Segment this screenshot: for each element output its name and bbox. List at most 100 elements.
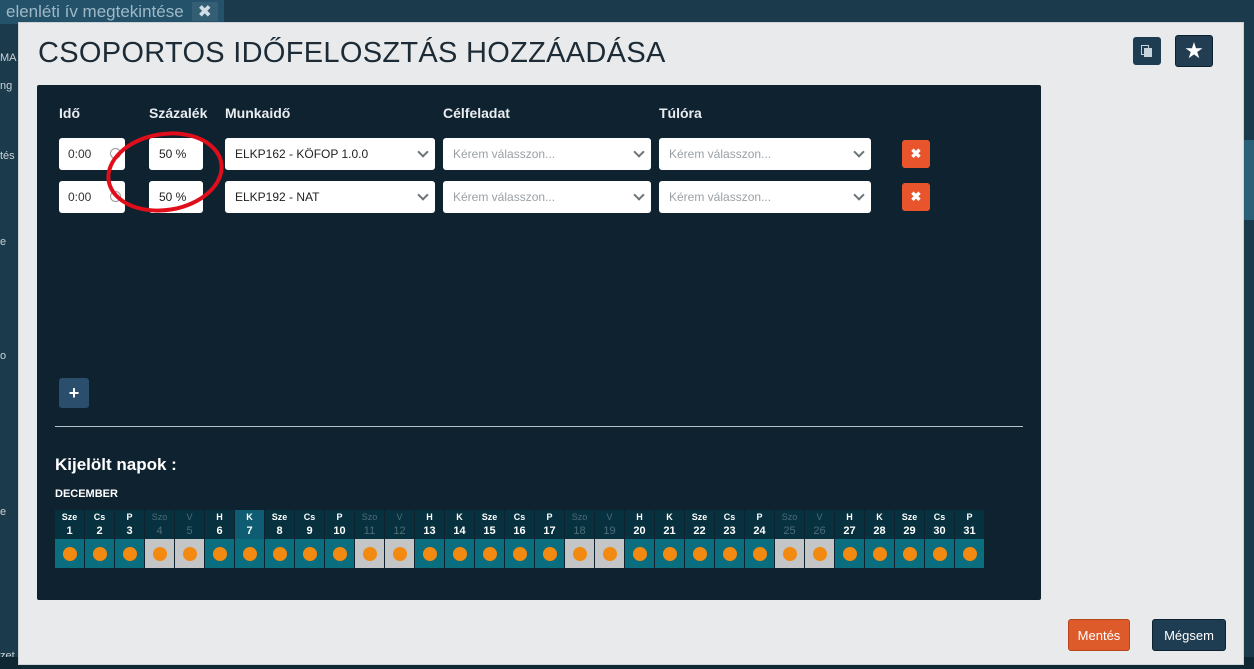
calendar-day[interactable]: P 10 bbox=[325, 510, 354, 568]
favorite-button[interactable]: ★ bbox=[1175, 35, 1213, 67]
calendar-day[interactable]: Sze 22 bbox=[685, 510, 714, 568]
day-toggle-cell[interactable] bbox=[445, 539, 474, 568]
save-button[interactable]: Mentés bbox=[1068, 619, 1130, 651]
chevron-down-icon bbox=[633, 146, 645, 158]
calendar-day[interactable]: Szo 4 bbox=[145, 510, 174, 568]
calendar-day[interactable]: H 20 bbox=[625, 510, 654, 568]
day-toggle-cell[interactable] bbox=[325, 539, 354, 568]
day-toggle-cell[interactable] bbox=[145, 539, 174, 568]
calendar-day[interactable]: K 28 bbox=[865, 510, 894, 568]
day-toggle-cell[interactable] bbox=[955, 539, 984, 568]
add-row-button[interactable]: + bbox=[59, 378, 89, 408]
day-toggle-cell[interactable] bbox=[535, 539, 564, 568]
day-toggle-cell[interactable] bbox=[505, 539, 534, 568]
day-toggle-cell[interactable] bbox=[565, 539, 594, 568]
calendar-day[interactable]: Szo 11 bbox=[355, 510, 384, 568]
calendar-day[interactable]: Sze 29 bbox=[895, 510, 924, 568]
modal-title: CSOPORTOS IDŐFELOSZTÁS HOZZÁADÁSA bbox=[38, 37, 666, 69]
copy-button[interactable] bbox=[1133, 37, 1161, 65]
calendar-day[interactable]: P 17 bbox=[535, 510, 564, 568]
day-toggle-cell[interactable] bbox=[835, 539, 864, 568]
day-toggle-cell[interactable] bbox=[265, 539, 294, 568]
day-toggle-cell[interactable] bbox=[475, 539, 504, 568]
day-toggle-cell[interactable] bbox=[415, 539, 444, 568]
calendar-day[interactable]: K7 bbox=[235, 510, 264, 568]
column-header-overtime: Túlóra bbox=[659, 105, 702, 121]
cancel-button[interactable]: Mégsem bbox=[1152, 619, 1226, 651]
day-toggle-cell[interactable] bbox=[235, 539, 264, 568]
calendar-day[interactable]: V 26 bbox=[805, 510, 834, 568]
calendar-day[interactable]: Cs 9 bbox=[295, 510, 324, 568]
selected-days-label: Kijelölt napok : bbox=[55, 455, 177, 474]
day-name: Cs bbox=[93, 512, 106, 522]
chevron-down-icon bbox=[417, 146, 429, 158]
calendar-day[interactable]: V5 bbox=[175, 510, 204, 568]
calendar-day[interactable]: Sze 8 bbox=[265, 510, 294, 568]
calendar-day[interactable]: Szo 25 bbox=[775, 510, 804, 568]
day-toggle-cell[interactable] bbox=[355, 539, 384, 568]
background-tab[interactable]: elenléti ív megtekintése ✖ bbox=[0, 0, 224, 24]
day-number: 9 bbox=[306, 525, 313, 537]
work-select[interactable]: ELKP192 - NAT bbox=[225, 181, 435, 213]
day-toggle-cell[interactable] bbox=[85, 539, 114, 568]
day-toggle-cell[interactable] bbox=[745, 539, 774, 568]
day-toggle-cell[interactable] bbox=[715, 539, 744, 568]
close-icon: ✖ bbox=[910, 146, 922, 161]
background-tab-title: elenléti ív megtekintése bbox=[6, 2, 184, 21]
calendar-day[interactable]: Cs 2 bbox=[85, 510, 114, 568]
day-toggle-cell[interactable] bbox=[55, 539, 84, 568]
calendar-day[interactable]: V 19 bbox=[595, 510, 624, 568]
calendar-day[interactable]: Cs 23 bbox=[715, 510, 744, 568]
percent-input[interactable]: 50 % bbox=[149, 138, 203, 170]
target-select[interactable]: Kérem válasszon... bbox=[443, 181, 651, 213]
day-number: 1 bbox=[66, 525, 73, 537]
calendar-day[interactable]: P 24 bbox=[745, 510, 774, 568]
day-toggle-cell[interactable] bbox=[805, 539, 834, 568]
work-select[interactable]: ELKP162 - KÖFOP 1.0.0 bbox=[225, 138, 435, 170]
calendar-day[interactable]: V 12 bbox=[385, 510, 414, 568]
overtime-select[interactable]: Kérem válasszon... bbox=[659, 138, 871, 170]
day-toggle-cell[interactable] bbox=[115, 539, 144, 568]
calendar-day[interactable]: Szo 18 bbox=[565, 510, 594, 568]
delete-row-button[interactable]: ✖ bbox=[902, 140, 930, 168]
calendar-day[interactable]: H6 bbox=[205, 510, 234, 568]
calendar-day[interactable]: K 14 bbox=[445, 510, 474, 568]
calendar-day[interactable]: Sze 15 bbox=[475, 510, 504, 568]
day-toggle-cell[interactable] bbox=[625, 539, 654, 568]
time-input[interactable]: 0:00 bbox=[59, 138, 125, 170]
overtime-select[interactable]: Kérem válasszon... bbox=[659, 181, 871, 213]
calendar-day[interactable]: H 27 bbox=[835, 510, 864, 568]
calendar-day[interactable]: Sze 1 bbox=[55, 510, 84, 568]
day-toggle-cell[interactable] bbox=[775, 539, 804, 568]
calendar-day[interactable]: H 13 bbox=[415, 510, 444, 568]
day-toggle-cell[interactable] bbox=[685, 539, 714, 568]
calendar-day[interactable]: K 21 bbox=[655, 510, 684, 568]
selected-dot-icon bbox=[812, 546, 827, 561]
target-select[interactable]: Kérem válasszon... bbox=[443, 138, 651, 170]
day-name: H bbox=[846, 512, 853, 522]
day-toggle-cell[interactable] bbox=[205, 539, 234, 568]
time-input[interactable]: 0:00 bbox=[59, 181, 125, 213]
selected-dot-icon bbox=[362, 546, 377, 561]
day-number: 18 bbox=[573, 525, 586, 537]
calendar-day[interactable]: P 31 bbox=[955, 510, 984, 568]
day-number: 25 bbox=[783, 525, 796, 537]
day-toggle-cell[interactable] bbox=[295, 539, 324, 568]
percent-input[interactable]: 50 % bbox=[149, 181, 203, 213]
delete-row-button[interactable]: ✖ bbox=[902, 183, 930, 211]
calendar-day[interactable]: Cs 16 bbox=[505, 510, 534, 568]
background-tab-close-icon[interactable]: ✖ bbox=[191, 2, 218, 21]
copy-icon bbox=[1141, 45, 1153, 57]
day-toggle-cell[interactable] bbox=[385, 539, 414, 568]
day-toggle-cell[interactable] bbox=[655, 539, 684, 568]
day-number: 15 bbox=[483, 525, 496, 537]
day-toggle-cell[interactable] bbox=[895, 539, 924, 568]
day-name: Szo bbox=[361, 512, 378, 522]
day-toggle-cell[interactable] bbox=[175, 539, 204, 568]
day-name: Sze bbox=[691, 512, 708, 522]
day-toggle-cell[interactable] bbox=[595, 539, 624, 568]
day-toggle-cell[interactable] bbox=[865, 539, 894, 568]
day-toggle-cell[interactable] bbox=[925, 539, 954, 568]
calendar-day[interactable]: P3 bbox=[115, 510, 144, 568]
calendar-day[interactable]: Cs 30 bbox=[925, 510, 954, 568]
